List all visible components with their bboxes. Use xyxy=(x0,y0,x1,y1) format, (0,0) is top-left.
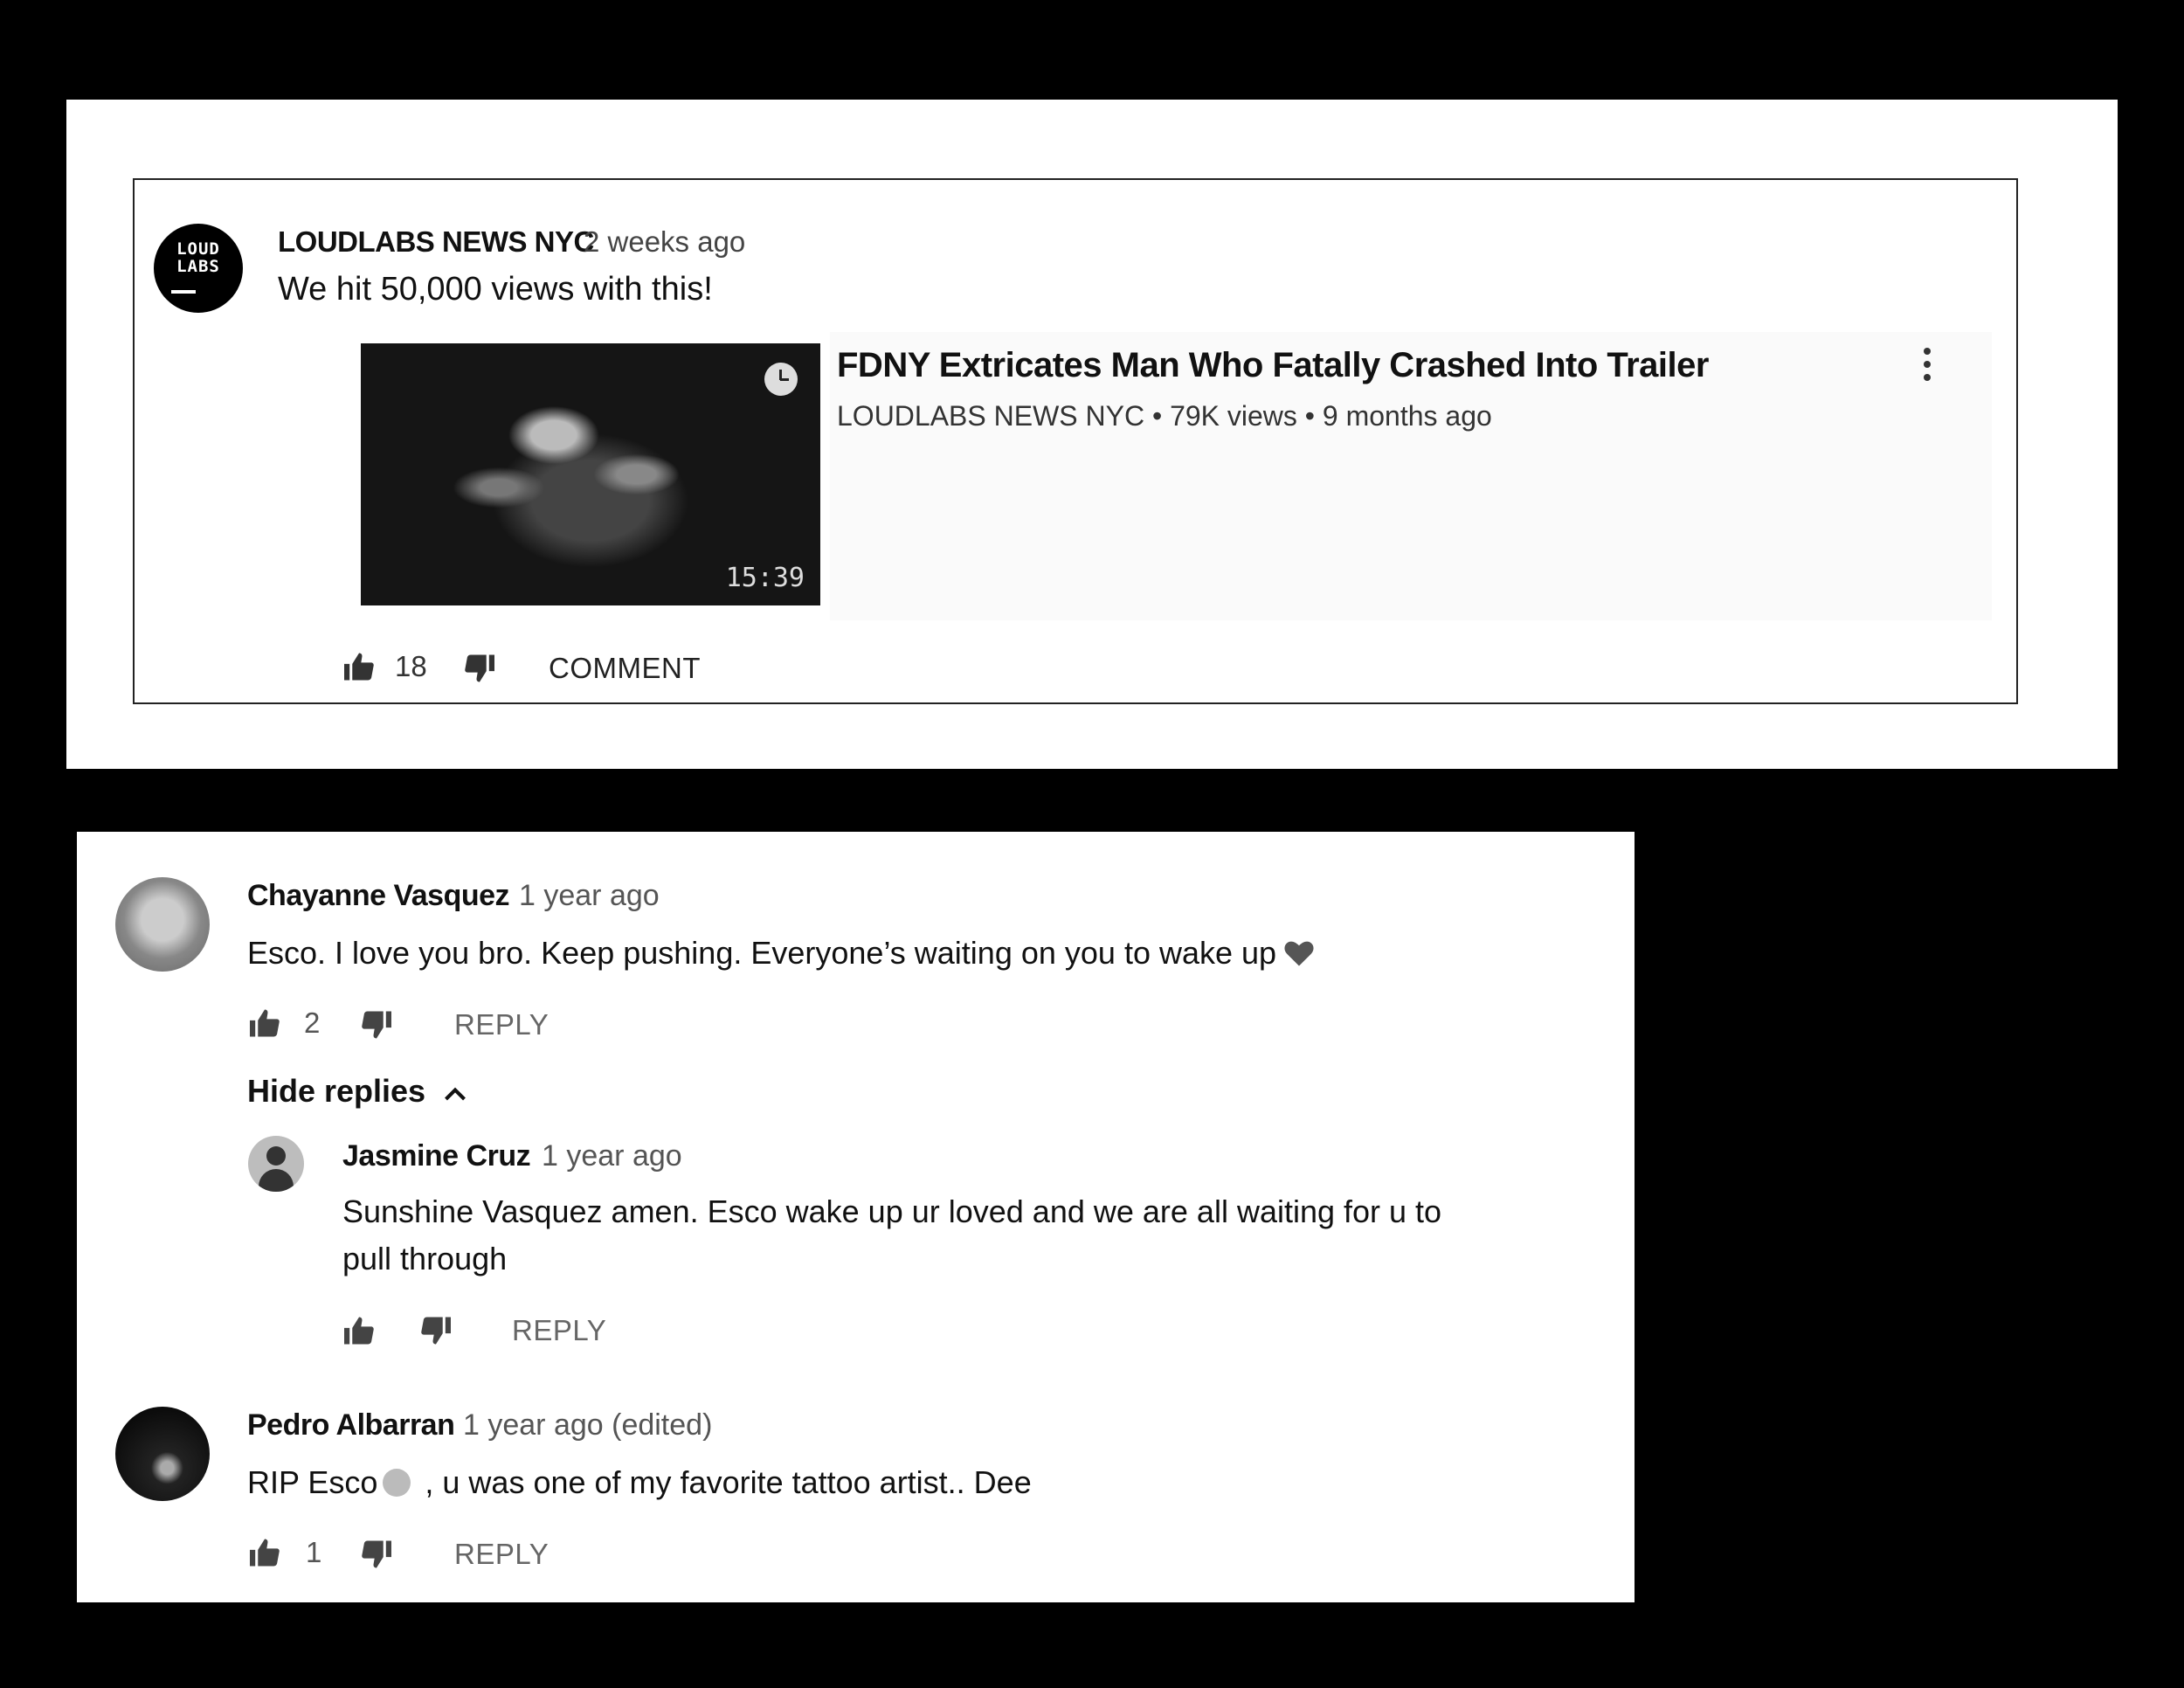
video-title[interactable]: FDNY Extricates Man Who Fatally Crashed … xyxy=(837,346,1709,385)
comment-text-end: , u was one of my favorite tattoo artist… xyxy=(416,1464,1032,1500)
more-vert-icon[interactable] xyxy=(1922,348,1932,388)
thumbs-up-icon[interactable] xyxy=(342,1316,376,1346)
reply-button[interactable]: REPLY xyxy=(454,1538,549,1571)
comment-text-line: Sunshine Vasquez amen. Esco wake up ur l… xyxy=(342,1193,1442,1229)
skull-emoji-icon xyxy=(383,1469,411,1497)
comment-author[interactable]: Chayanne Vasquez xyxy=(247,879,510,913)
comment-text-line: pull through xyxy=(342,1241,508,1276)
video-duration: 15:39 xyxy=(725,563,805,593)
avatar[interactable] xyxy=(115,1407,210,1501)
thumbs-up-icon[interactable] xyxy=(248,1008,281,1038)
avatar-body xyxy=(259,1169,294,1192)
thumbs-down-icon[interactable] xyxy=(360,1010,393,1040)
avatar[interactable] xyxy=(248,1136,304,1192)
thumbs-down-icon[interactable] xyxy=(463,654,496,683)
comment-author[interactable]: Pedro Albarran xyxy=(247,1408,455,1442)
avatar[interactable] xyxy=(115,877,210,972)
watch-later-icon[interactable] xyxy=(764,363,798,396)
comment-button[interactable]: COMMENT xyxy=(549,652,701,685)
comment-text-body: Esco. I love you bro. Keep pushing. Ever… xyxy=(247,935,1277,971)
thumbs-down-icon[interactable] xyxy=(419,1316,453,1346)
comment-author[interactable]: Jasmine Cruz xyxy=(342,1139,531,1173)
comment-time[interactable]: 1 year ago (edited) xyxy=(463,1408,712,1442)
like-count: 1 xyxy=(306,1536,322,1568)
reply-button[interactable]: REPLY xyxy=(454,1008,549,1041)
like-count: 2 xyxy=(304,1007,321,1039)
post-text: We hit 50,000 views with this! xyxy=(278,271,713,308)
logo-bar xyxy=(171,290,196,294)
thumbs-up-icon[interactable] xyxy=(342,652,376,681)
comment-text: Esco. I love you bro. Keep pushing. Ever… xyxy=(247,935,1315,972)
hide-replies-label: Hide replies xyxy=(247,1073,426,1109)
thumbs-down-icon[interactable] xyxy=(360,1539,393,1569)
comment-time[interactable]: 1 year ago xyxy=(519,879,660,913)
hide-replies-button[interactable]: Hide replies xyxy=(247,1073,467,1110)
video-meta: LOUDLABS NEWS NYC • 79K views • 9 months… xyxy=(837,400,1492,432)
post-like-count: 18 xyxy=(395,650,427,682)
channel-logo-text: LOUD LABS xyxy=(176,239,220,276)
video-thumbnail[interactable]: 15:39 xyxy=(361,343,820,605)
thumbs-up-icon[interactable] xyxy=(248,1538,281,1567)
post-time[interactable]: 2 weeks ago xyxy=(584,225,745,259)
comment-text-start: RIP Esco xyxy=(247,1464,378,1500)
channel-avatar[interactable]: LOUD LABS xyxy=(154,224,243,313)
comment-text: RIP Esco , u was one of my favorite tatt… xyxy=(247,1464,1032,1501)
reply-button[interactable]: REPLY xyxy=(512,1314,606,1347)
avatar-head xyxy=(266,1146,286,1166)
post-author[interactable]: LOUDLABS NEWS NYC xyxy=(278,225,594,259)
heart-icon xyxy=(1283,938,1315,966)
comment-time[interactable]: 1 year ago xyxy=(542,1139,682,1173)
chevron-up-icon xyxy=(443,1073,467,1110)
